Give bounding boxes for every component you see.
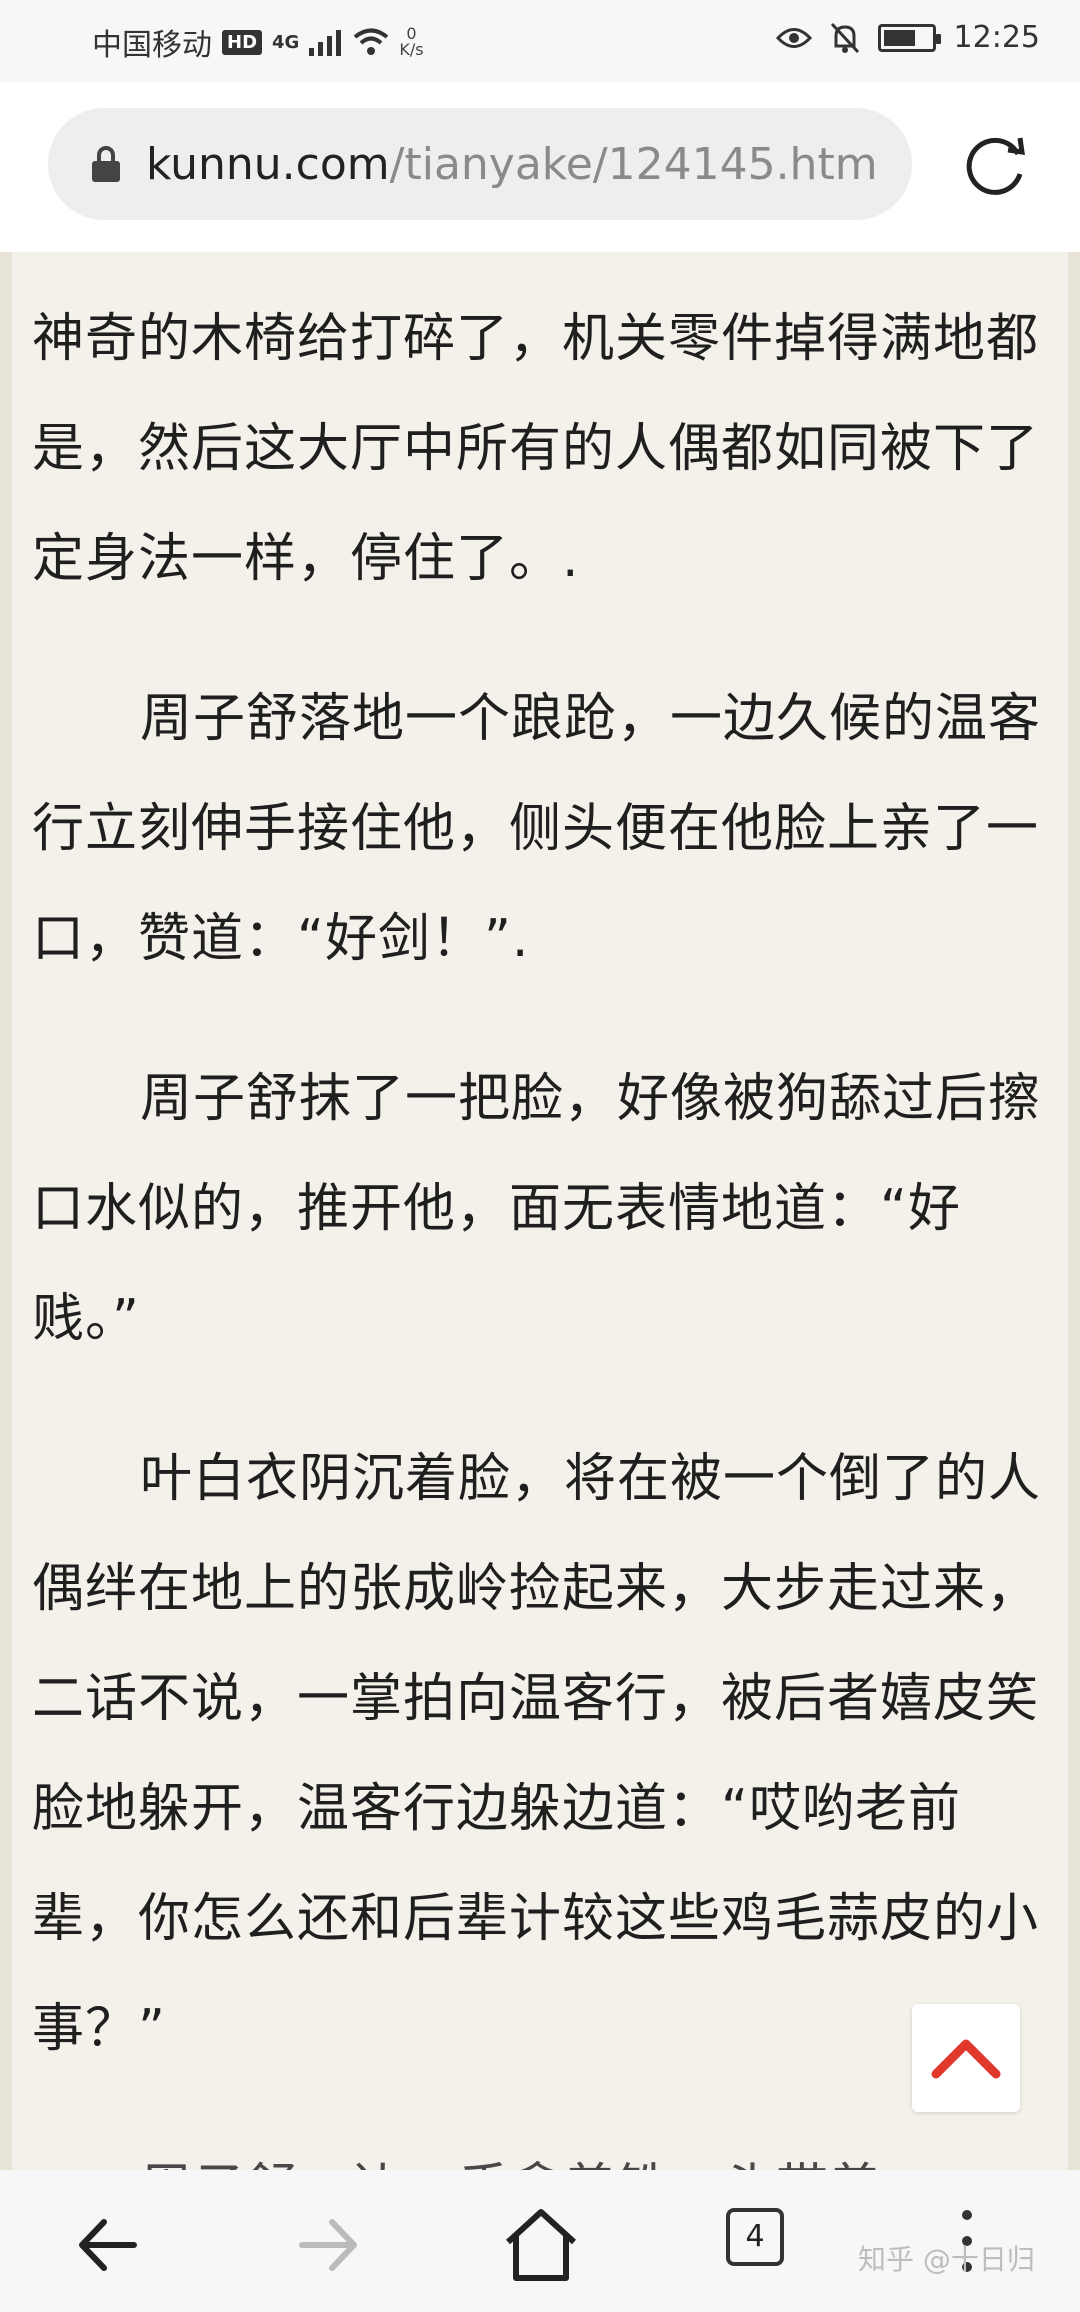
scroll-to-top-button[interactable] [912, 2004, 1020, 2112]
network-type: 4G [272, 31, 300, 53]
partial-bottom-line: 周子舒一边一手拿着铁一头带着 [32, 2134, 1048, 2170]
url-path: /tianyake/124145.htm [389, 138, 878, 190]
watermark: 知乎 @十日归 [858, 2243, 1035, 2276]
status-right: 12:25 [775, 20, 1040, 55]
eye-icon [775, 27, 812, 48]
carrier-label: 中国移动 [92, 28, 212, 63]
partial-top-line: 起样了便打，“啪嚓”一声，便把那无比 [32, 252, 1048, 284]
article-content: 起样了便打，“啪嚓”一声，便把那无比 神奇的木椅给打碎了，机关零件掉得满地都是，… [0, 252, 1080, 2170]
mute-bell-icon [830, 22, 859, 53]
clock: 12:25 [953, 20, 1040, 55]
back-arrow-icon[interactable] [64, 2200, 154, 2290]
hd-badge: HD [222, 29, 263, 55]
wifi-icon [354, 28, 389, 55]
signal-icon [309, 30, 342, 56]
reload-icon[interactable] [962, 134, 1030, 202]
browser-toolbar: kunnu.com/tianyake/124145.htm [0, 82, 1080, 252]
status-left: 中国移动 HD 4G 0 K/s [92, 20, 424, 64]
battery-icon [877, 23, 941, 52]
forward-arrow-icon[interactable] [282, 2200, 372, 2290]
network-speed: 0 K/s [399, 26, 423, 58]
chevron-up-icon [931, 2039, 1001, 2079]
tab-count-button[interactable]: 4 [726, 2208, 784, 2266]
bottom-navigation: 4 知乎 @十日归 [0, 2170, 1080, 2312]
address-bar[interactable]: kunnu.com/tianyake/124145.htm [48, 108, 912, 220]
paragraph: 叶白衣阴沉着脸，将在被一个倒了的人偶绊在地上的张成岭捡起来，大步走过来，二话不说… [32, 1449, 1042, 2059]
paragraph: 周子舒抹了一把脸，好像被狗舔过后擦口水似的，推开他，面无表情地道：“好贱。” [32, 1069, 1042, 1349]
url-domain: kunnu.com [146, 138, 390, 190]
home-icon[interactable] [496, 2200, 586, 2290]
paragraph: 周子舒落地一个踉跄，一边久候的温客行立刻伸手接住他，侧头便在他脸上亲了一口，赞道… [32, 689, 1042, 969]
status-bar: 中国移动 HD 4G 0 K/s 12:25 [0, 0, 1080, 82]
paragraph: 神奇的木椅给打碎了，机关零件掉得满地都是，然后这大厅中所有的人偶都如同被下了定身… [32, 309, 1040, 589]
network-speed-unit: K/s [399, 40, 424, 59]
url-text[interactable]: kunnu.com/tianyake/124145.htm [146, 139, 878, 190]
lock-icon[interactable] [92, 146, 120, 182]
